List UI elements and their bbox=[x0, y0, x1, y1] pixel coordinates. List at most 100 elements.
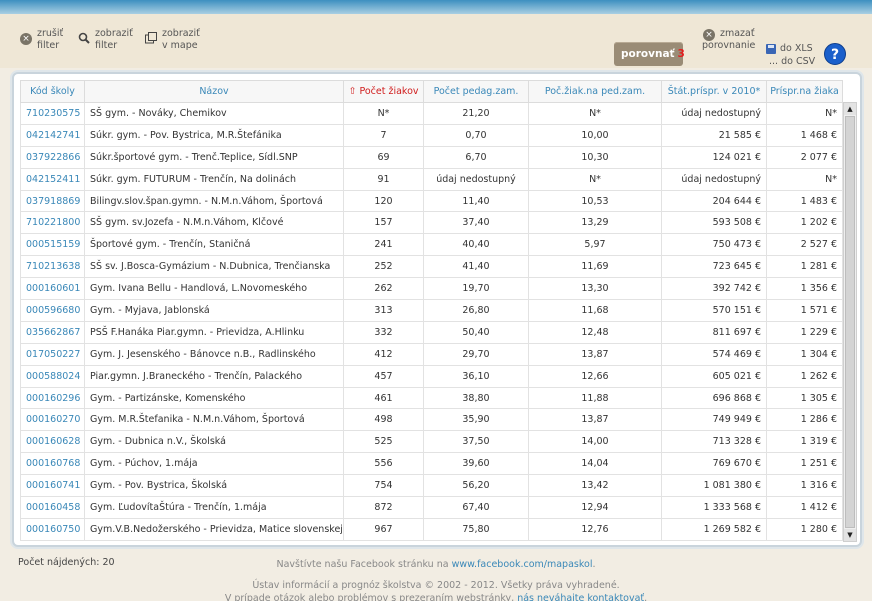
school-code-link[interactable]: 710221800 bbox=[20, 211, 85, 235]
student-count: 313 bbox=[343, 299, 424, 322]
state-contribution: 1 269 582 € bbox=[661, 517, 767, 541]
school-code-link[interactable]: 037922866 bbox=[20, 145, 85, 169]
school-name: Súkr. gym. - Pov. Bystrica, M.R.Štefánik… bbox=[84, 123, 344, 147]
compare-label: porovnať bbox=[621, 48, 675, 60]
student-count: 754 bbox=[343, 474, 424, 498]
show-filter-button[interactable]: zobraziť filter bbox=[78, 28, 133, 52]
teacher-count: 39,60 bbox=[423, 452, 529, 476]
school-code-link[interactable]: 037918869 bbox=[20, 189, 85, 213]
header-state-contribution[interactable]: Štát.príspr. v 2010* bbox=[661, 80, 767, 103]
teacher-count: 6,70 bbox=[423, 145, 529, 169]
state-contribution: 204 644 € bbox=[661, 189, 767, 213]
state-contribution: údaj nedostupný bbox=[661, 102, 767, 125]
show-filter-label-2: filter bbox=[95, 40, 118, 51]
student-count: 412 bbox=[343, 342, 424, 366]
state-contribution: údaj nedostupný bbox=[661, 167, 767, 191]
clear-filter-button[interactable]: × zrušiť filter bbox=[20, 28, 63, 52]
school-name: Športové gym. - Trenčín, Staničná bbox=[84, 233, 344, 257]
sort-asc-icon: ⇧ bbox=[348, 86, 360, 97]
school-code-link[interactable]: 035662867 bbox=[20, 320, 85, 344]
teacher-count: 56,20 bbox=[423, 474, 529, 498]
scroll-up-arrow-icon[interactable]: ▲ bbox=[844, 103, 856, 115]
school-name: Gym. J. Jesenského - Bánovce n.B., Radli… bbox=[84, 342, 344, 366]
student-count: 872 bbox=[343, 496, 424, 519]
school-code-link[interactable]: 000515159 bbox=[20, 233, 85, 257]
student-count: 91 bbox=[343, 167, 424, 191]
export-csv-link[interactable]: ... do CSV bbox=[766, 55, 815, 68]
school-name: Gym. M.R.Štefanika - N.M.n.Váhom, Športo… bbox=[84, 408, 344, 432]
school-code-link[interactable]: 000160768 bbox=[20, 452, 85, 476]
teacher-count: 50,40 bbox=[423, 320, 529, 344]
contact-link[interactable]: nás neváhajte kontaktovať bbox=[517, 593, 644, 601]
export-csv-label: ... do CSV bbox=[769, 56, 816, 67]
table-row: 000160270 Gym. M.R.Štefanika - N.M.n.Váho… bbox=[20, 408, 843, 432]
state-contribution: 593 508 € bbox=[661, 211, 767, 235]
show-map-button[interactable]: zobraziť v mape bbox=[145, 28, 200, 52]
students-per-teacher: 13,87 bbox=[528, 342, 662, 366]
student-count: 120 bbox=[343, 189, 424, 213]
teacher-count: 37,40 bbox=[423, 211, 529, 235]
school-code-link[interactable]: 710213638 bbox=[20, 255, 85, 279]
teacher-count: 41,40 bbox=[423, 255, 529, 279]
students-per-teacher: 11,88 bbox=[528, 386, 662, 410]
map-window-icon bbox=[145, 32, 157, 44]
header-school-code[interactable]: Kód školy bbox=[20, 80, 85, 103]
school-code-link[interactable]: 042152411 bbox=[20, 167, 85, 191]
table-row: 000160296 Gym. - Partizánske, Komenského 4… bbox=[20, 386, 843, 410]
header-students-per-teacher[interactable]: Poč.žiak.na ped.zam. bbox=[528, 80, 662, 103]
header-teacher-count[interactable]: Počet pedag.zam. bbox=[423, 80, 529, 103]
state-contribution: 124 021 € bbox=[661, 145, 767, 169]
teacher-count: 37,50 bbox=[423, 430, 529, 454]
students-per-teacher: N* bbox=[528, 102, 662, 125]
table-row: 037918869 Bilingv.slov.špan.gymn. - N.M.n… bbox=[20, 189, 843, 213]
school-code-link[interactable]: 000160741 bbox=[20, 474, 85, 498]
teacher-count: 40,40 bbox=[423, 233, 529, 257]
header-contribution-per-student[interactable]: Príspr.na žiaka bbox=[766, 80, 843, 103]
school-code-link[interactable]: 000160296 bbox=[20, 386, 85, 410]
teacher-count: 11,40 bbox=[423, 189, 529, 213]
facebook-line: Navštívte našu Facebook stránku na www.f… bbox=[0, 558, 872, 571]
header-student-count[interactable]: ⇧ Počet žiakov bbox=[343, 80, 424, 103]
students-per-teacher: 11,69 bbox=[528, 255, 662, 279]
student-count: 525 bbox=[343, 430, 424, 454]
state-contribution: 392 742 € bbox=[661, 277, 767, 301]
student-count: 556 bbox=[343, 452, 424, 476]
scroll-down-arrow-icon[interactable]: ▼ bbox=[844, 529, 856, 541]
school-code-link[interactable]: 017050227 bbox=[20, 342, 85, 366]
school-code-link[interactable]: 000160750 bbox=[20, 517, 85, 541]
school-code-link[interactable]: 000160601 bbox=[20, 277, 85, 301]
state-contribution: 750 473 € bbox=[661, 233, 767, 257]
school-code-link[interactable]: 000588024 bbox=[20, 364, 85, 388]
student-count: 241 bbox=[343, 233, 424, 257]
table-row: 710213638 SŠ sv. J.Bosca-Gymázium - N.Dub… bbox=[20, 255, 843, 279]
facebook-link[interactable]: www.facebook.com/mapaskol bbox=[452, 559, 593, 570]
school-code-link[interactable]: 000596680 bbox=[20, 299, 85, 322]
header-name[interactable]: Názov bbox=[84, 80, 344, 103]
scrollbar-thumb[interactable] bbox=[845, 116, 855, 528]
teacher-count: 21,20 bbox=[423, 102, 529, 125]
contribution-per-student: 1 229 € bbox=[766, 320, 843, 344]
export-links: do XLS ... do CSV bbox=[766, 42, 815, 68]
contact-text: V prípade otázok alebo problémov s preze… bbox=[224, 593, 515, 601]
compare-button[interactable]: porovnať 3 bbox=[614, 42, 685, 66]
students-per-teacher: 14,00 bbox=[528, 430, 662, 454]
school-code-link[interactable]: 710230575 bbox=[20, 102, 85, 125]
search-icon bbox=[78, 32, 90, 44]
teacher-count: 26,80 bbox=[423, 299, 529, 322]
export-xls-link[interactable]: do XLS bbox=[766, 42, 815, 55]
clear-compare-button[interactable]: × zmazať porovnanie bbox=[702, 28, 755, 52]
school-code-link[interactable]: 000160628 bbox=[20, 430, 85, 454]
teacher-count: 35,90 bbox=[423, 408, 529, 432]
table-row: 710221800 SŠ gym. sv.Jozefa - N.M.n.Váhom… bbox=[20, 211, 843, 235]
school-code-link[interactable]: 000160458 bbox=[20, 496, 85, 519]
help-button[interactable]: ? bbox=[824, 43, 846, 65]
vertical-scrollbar[interactable]: ▲ ▼ bbox=[843, 102, 857, 542]
school-code-link[interactable]: 042142741 bbox=[20, 123, 85, 147]
contribution-per-student: 1 412 € bbox=[766, 496, 843, 519]
contribution-per-student: N* bbox=[766, 167, 843, 191]
close-circle-icon: × bbox=[20, 33, 32, 45]
table-row: 000160741 Gym. - Pov. Bystrica, Školská 75… bbox=[20, 474, 843, 498]
school-code-link[interactable]: 000160270 bbox=[20, 408, 85, 432]
student-count: 967 bbox=[343, 517, 424, 541]
school-name: Bilingv.slov.špan.gymn. - N.M.n.Váhom, Š… bbox=[84, 189, 344, 213]
